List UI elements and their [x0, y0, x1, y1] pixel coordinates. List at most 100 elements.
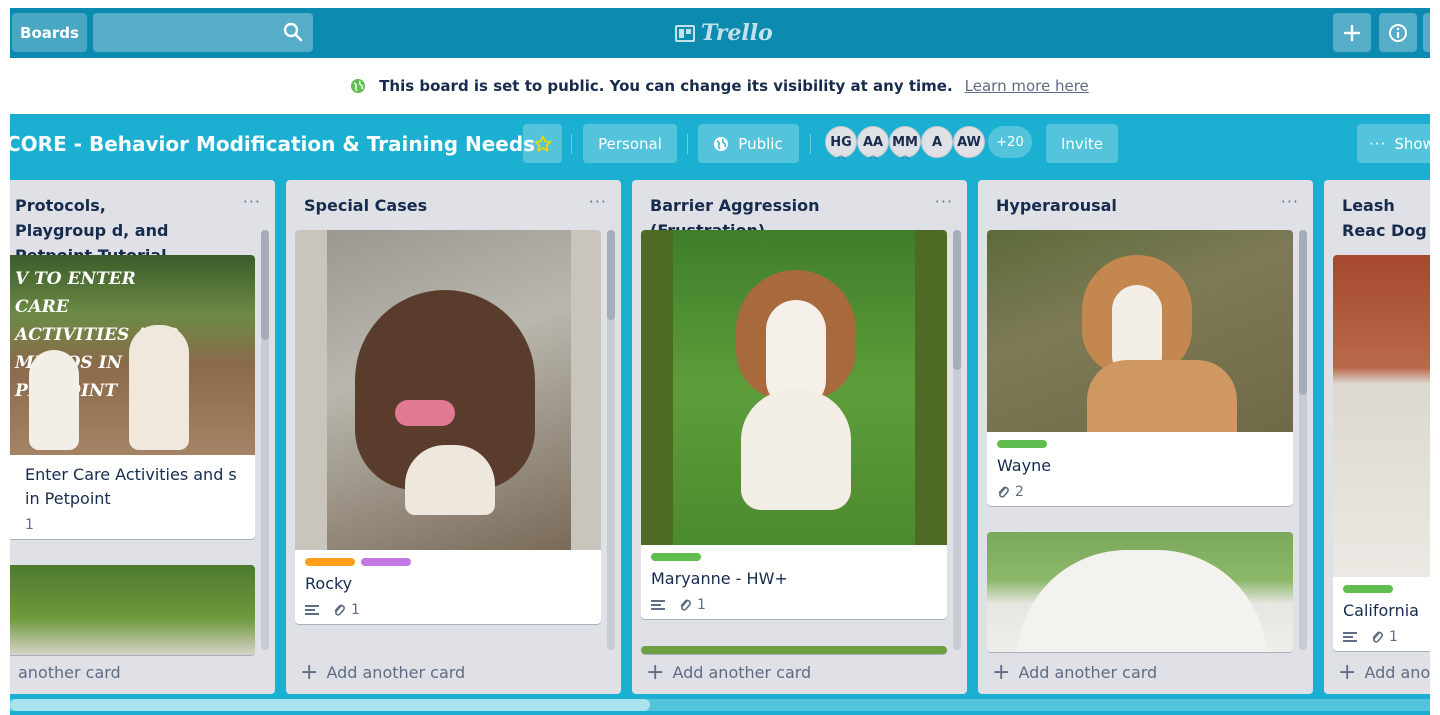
member-avatar[interactable]: AW [953, 126, 985, 158]
board-title[interactable]: CORE - Behavior Modification & Training … [10, 124, 535, 164]
list-scroll-thumb[interactable] [953, 230, 961, 370]
member-initials: MM [892, 134, 918, 150]
member-avatar[interactable]: MM ︽ [889, 126, 921, 160]
visibility-button[interactable]: Public [698, 124, 799, 163]
member-initials: AA [862, 134, 884, 150]
list-title[interactable]: Leash Reac Dog [1342, 193, 1430, 243]
member-avatar[interactable]: AA ︽ [857, 126, 889, 160]
card-title: Wayne [997, 456, 1052, 475]
plus-icon: + [992, 659, 1011, 685]
label-purple[interactable] [361, 558, 411, 566]
list-title[interactable]: Special Cases [304, 193, 564, 218]
header-divider [687, 134, 688, 154]
invite-button[interactable]: Invite [1046, 124, 1118, 163]
add-card-button[interactable]: + Add another card [992, 659, 1157, 685]
card[interactable]: Rocky 1 [295, 230, 601, 624]
attachment-badge: 1 [333, 602, 360, 618]
attachment-badge: 1 [679, 597, 706, 613]
add-card-label: Add anot [1364, 662, 1430, 682]
list: Protocols, Playgroup d, and Petpoint Tut… [10, 180, 275, 694]
board-scroll-thumb[interactable] [10, 699, 650, 711]
list-scroll-thumb[interactable] [607, 230, 615, 320]
card[interactable] [987, 532, 1293, 652]
notice-text: This board is set to public. You can cha… [379, 77, 953, 95]
card-body: Wayne 2 [987, 432, 1293, 506]
card-cover-image [641, 230, 947, 545]
card-labels [651, 553, 937, 561]
card[interactable]: Wayne 2 [987, 230, 1293, 506]
attachment-count: 1 [1389, 629, 1398, 645]
attachment-count: 2 [1015, 484, 1024, 500]
boards-button[interactable]: Boards [12, 13, 87, 52]
more-members-count[interactable]: +20 [988, 126, 1032, 158]
list-menu-icon[interactable]: ··· [589, 192, 607, 211]
add-card-label: Add another card [672, 662, 812, 682]
dog-body [1087, 360, 1237, 432]
list-scrollbar[interactable] [261, 230, 269, 650]
card-cover-image [10, 565, 255, 655]
card-cover-image [987, 230, 1293, 432]
card[interactable]: V TO ENTER CARE ACTIVITIES AND MEMOS IN … [10, 255, 255, 539]
add-card-label: another card [18, 662, 121, 682]
star-icon [534, 135, 551, 152]
info-icon [1389, 23, 1407, 42]
member-initials: HG [830, 134, 852, 150]
card[interactable]: Maryanne - HW+ 1 [641, 230, 947, 619]
card[interactable]: California 1 [1333, 255, 1430, 651]
add-card-button[interactable]: another card [18, 660, 121, 684]
header-divider [810, 134, 811, 154]
list-scrollbar[interactable] [607, 230, 615, 650]
card-badges: 1 [1343, 629, 1430, 645]
paperclip-icon [998, 486, 1009, 498]
list-menu-icon[interactable]: ··· [1281, 192, 1299, 211]
visibility-label: Public [738, 134, 783, 153]
description-icon [1343, 632, 1357, 642]
attachment-badge: 1 [1371, 629, 1398, 645]
plus-icon: + [646, 659, 665, 685]
trello-logo[interactable]: Trello [675, 18, 773, 48]
member-initials: AW [957, 134, 981, 150]
show-menu-button[interactable]: ··· Show [1357, 124, 1430, 163]
team-button[interactable]: Personal [583, 124, 677, 163]
label-green[interactable] [1343, 585, 1393, 593]
list-scrollbar[interactable] [953, 230, 961, 650]
add-button[interactable] [1333, 13, 1371, 52]
member-avatar[interactable]: HG ︽ [825, 126, 857, 160]
search-input[interactable] [93, 13, 313, 52]
list-scrollbar[interactable] [1299, 230, 1307, 650]
label-green[interactable] [997, 440, 1047, 448]
member-initials: A [931, 134, 943, 150]
learn-more-link[interactable]: Learn more here [965, 77, 1089, 95]
label-green[interactable] [651, 553, 701, 561]
card-title: Enter Care Activities and s in Petpoint [25, 465, 237, 508]
label-orange[interactable] [305, 558, 355, 566]
add-card-button[interactable]: + Add another card [646, 659, 812, 685]
description-icon [305, 605, 319, 615]
dog-figure [129, 325, 189, 450]
list-scroll-thumb[interactable] [261, 230, 269, 340]
card[interactable] [10, 565, 255, 655]
paperclip-icon [334, 604, 345, 616]
dog-body [741, 390, 851, 510]
list-scroll-thumb[interactable] [1299, 230, 1307, 395]
star-button[interactable] [523, 124, 562, 163]
paperclip-icon [1372, 631, 1383, 643]
list-menu-icon[interactable]: ··· [935, 192, 953, 211]
list-menu-icon[interactable]: ··· [243, 192, 261, 211]
member-avatar[interactable]: A [921, 126, 953, 158]
card-title: Rocky [305, 574, 353, 593]
card-cover-image [641, 646, 947, 654]
card-labels [997, 440, 1283, 448]
add-card-button[interactable]: + Add another card [300, 660, 465, 685]
card-badges: 1 [25, 517, 245, 533]
add-card-button[interactable]: + Add anot [1338, 660, 1430, 685]
attachment-badge: 2 [997, 484, 1024, 500]
info-button[interactable] [1379, 13, 1417, 52]
list: Barrier Aggression (Frustration) ··· Mar… [632, 180, 967, 694]
list-title[interactable]: Hyperarousal [996, 193, 1256, 218]
list: Leash Reac Dog California 1 + Add anot [1324, 180, 1430, 694]
card-body: California 1 [1333, 577, 1430, 651]
board-horizontal-scrollbar[interactable] [10, 699, 1430, 711]
notifications-button[interactable] [1423, 13, 1430, 52]
card[interactable] [641, 646, 947, 654]
